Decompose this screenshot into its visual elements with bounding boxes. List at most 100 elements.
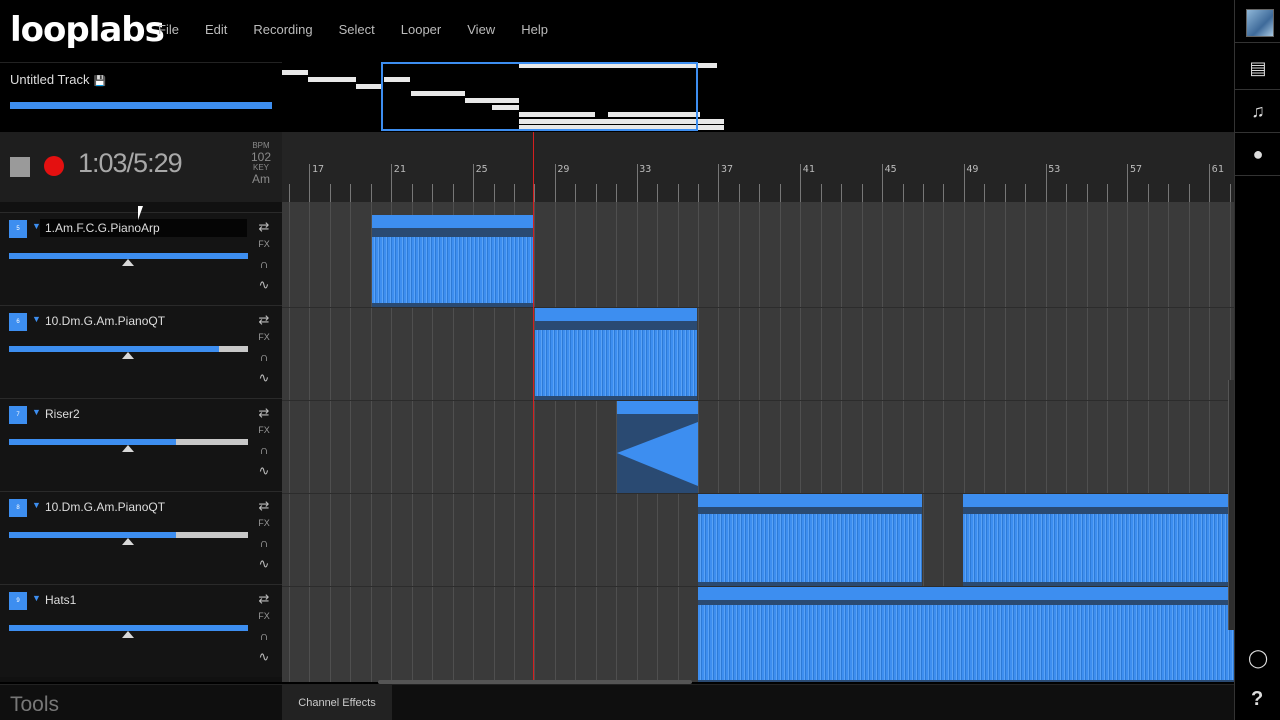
audio-clip[interactable]	[698, 494, 922, 586]
track-color-button[interactable]: 5	[9, 220, 27, 238]
automation-icon[interactable]: ∿	[256, 556, 272, 572]
ruler-tick	[943, 184, 945, 202]
track-name[interactable]: 10.Dm.G.Am.PianoQT	[40, 498, 247, 516]
ruler-bar-label: 25	[475, 164, 488, 175]
music-note-icon[interactable]: ♫	[1235, 90, 1280, 133]
clip-header[interactable]	[963, 494, 1234, 507]
fx-button[interactable]: FX	[256, 239, 272, 249]
shuffle-icon[interactable]: ⇄	[256, 219, 272, 235]
arrangement-overview[interactable]	[282, 62, 1234, 132]
tools-button[interactable]: Tools	[10, 693, 59, 717]
menu-recording[interactable]: Recording	[253, 22, 312, 37]
ruler-tick	[575, 184, 577, 202]
ruler-tick	[882, 164, 884, 202]
record-button[interactable]	[44, 156, 64, 176]
track-header: 9 ▼ Hats1 ⇄ FX ∩ ∿	[0, 584, 282, 677]
grid-line	[575, 202, 577, 682]
audio-clip[interactable]	[617, 401, 698, 493]
menu-bar: File Edit Recording Select Looper View H…	[158, 22, 574, 37]
ruler-tick	[1229, 184, 1231, 202]
ruler-tick	[534, 184, 536, 202]
audio-clip[interactable]	[372, 215, 534, 307]
track-name[interactable]: Riser2	[40, 405, 247, 423]
tempo-key-display[interactable]: BPM 102 KEY Am	[250, 142, 272, 187]
lightbulb-icon[interactable]: ◯	[1248, 648, 1268, 669]
help-icon[interactable]: ?	[1251, 688, 1263, 711]
track-title-text[interactable]: Untitled Track	[10, 72, 89, 87]
clip-header[interactable]	[535, 308, 697, 321]
headphones-icon[interactable]: ∩	[256, 350, 272, 364]
timeline-ruler[interactable]: 17 21 25 29 33 37 41 45 49 53 57 61	[282, 132, 1252, 202]
pan-handle[interactable]	[122, 631, 134, 638]
menu-help[interactable]: Help	[521, 22, 548, 37]
grid-line	[554, 202, 556, 682]
menu-file[interactable]: File	[158, 22, 179, 37]
shuffle-icon[interactable]: ⇄	[256, 312, 272, 328]
audio-clip[interactable]	[698, 587, 1234, 682]
automation-icon[interactable]: ∿	[256, 649, 272, 665]
ruler-tick	[820, 184, 822, 202]
track-color-button[interactable]: 7	[9, 406, 27, 424]
playhead[interactable]	[533, 132, 534, 682]
shuffle-icon[interactable]: ⇄	[256, 405, 272, 421]
save-icon[interactable]: 💾	[93, 76, 105, 87]
ruler-tick	[1168, 184, 1170, 202]
headphones-icon[interactable]: ∩	[256, 629, 272, 643]
fx-button[interactable]: FX	[256, 518, 272, 528]
clip-header[interactable]	[617, 401, 698, 414]
track-title[interactable]: Untitled Track 💾	[10, 72, 106, 87]
audio-clip[interactable]	[535, 308, 697, 400]
looplabs-logo[interactable]: looplabs	[10, 10, 165, 50]
ruler-tick	[432, 184, 434, 202]
track-header: 5 ▼ 1.Am.F.C.G.PianoArp ⇄ FX ∩ ∿	[0, 212, 282, 305]
ruler-tick	[902, 184, 904, 202]
clip-header[interactable]	[698, 494, 922, 507]
stop-button[interactable]	[10, 157, 30, 177]
ruler-tick	[329, 184, 331, 202]
overview-viewport[interactable]	[381, 62, 698, 131]
key-value[interactable]: Am	[250, 172, 272, 186]
track-name[interactable]: Hats1	[40, 591, 247, 609]
bpm-value[interactable]: 102	[250, 150, 272, 164]
automation-icon[interactable]: ∿	[256, 463, 272, 479]
overview-clip	[308, 77, 356, 82]
audio-clip[interactable]	[963, 494, 1234, 586]
headphones-icon[interactable]: ∩	[256, 257, 272, 271]
avatar[interactable]	[1246, 9, 1274, 37]
fx-button[interactable]: FX	[256, 425, 272, 435]
ruler-tick	[636, 164, 638, 202]
track-color-button[interactable]: 8	[9, 499, 27, 517]
pan-handle[interactable]	[122, 538, 134, 545]
pan-handle[interactable]	[122, 445, 134, 452]
menu-looper[interactable]: Looper	[401, 22, 441, 37]
fx-button[interactable]: FX	[256, 611, 272, 621]
tab-channel-effects[interactable]: Channel Effects	[282, 685, 392, 720]
headphones-icon[interactable]: ∩	[256, 443, 272, 457]
ruler-tick	[800, 164, 802, 202]
clip-header[interactable]	[698, 587, 1234, 600]
pan-handle[interactable]	[122, 259, 134, 266]
track-color-button[interactable]: 9	[9, 592, 27, 610]
menu-view[interactable]: View	[467, 22, 495, 37]
ruler-tick	[657, 184, 659, 202]
shuffle-icon[interactable]: ⇄	[256, 498, 272, 514]
drive-icon[interactable]: ▤	[1235, 47, 1280, 90]
chat-icon[interactable]: ●	[1235, 133, 1280, 176]
track-color-button[interactable]: 6	[9, 313, 27, 331]
menu-edit[interactable]: Edit	[205, 22, 227, 37]
fx-button[interactable]: FX	[256, 332, 272, 342]
automation-icon[interactable]: ∿	[256, 277, 272, 293]
menu-select[interactable]: Select	[339, 22, 375, 37]
track-name[interactable]: 10.Dm.G.Am.PianoQT	[40, 312, 247, 330]
shuffle-icon[interactable]: ⇄	[256, 591, 272, 607]
headphones-icon[interactable]: ∩	[256, 536, 272, 550]
ruler-tick	[309, 164, 311, 202]
automation-icon[interactable]: ∿	[256, 370, 272, 386]
track-headers: 5 ▼ 1.Am.F.C.G.PianoArp ⇄ FX ∩ ∿ 6 ▼ 10.…	[0, 202, 282, 682]
profile-button[interactable]	[1235, 0, 1280, 43]
clip-waveform	[535, 330, 697, 396]
pan-handle[interactable]	[122, 352, 134, 359]
arrangement-timeline[interactable]	[282, 202, 1234, 682]
track-name[interactable]: 1.Am.F.C.G.PianoArp	[40, 219, 247, 237]
clip-header[interactable]	[372, 215, 534, 228]
